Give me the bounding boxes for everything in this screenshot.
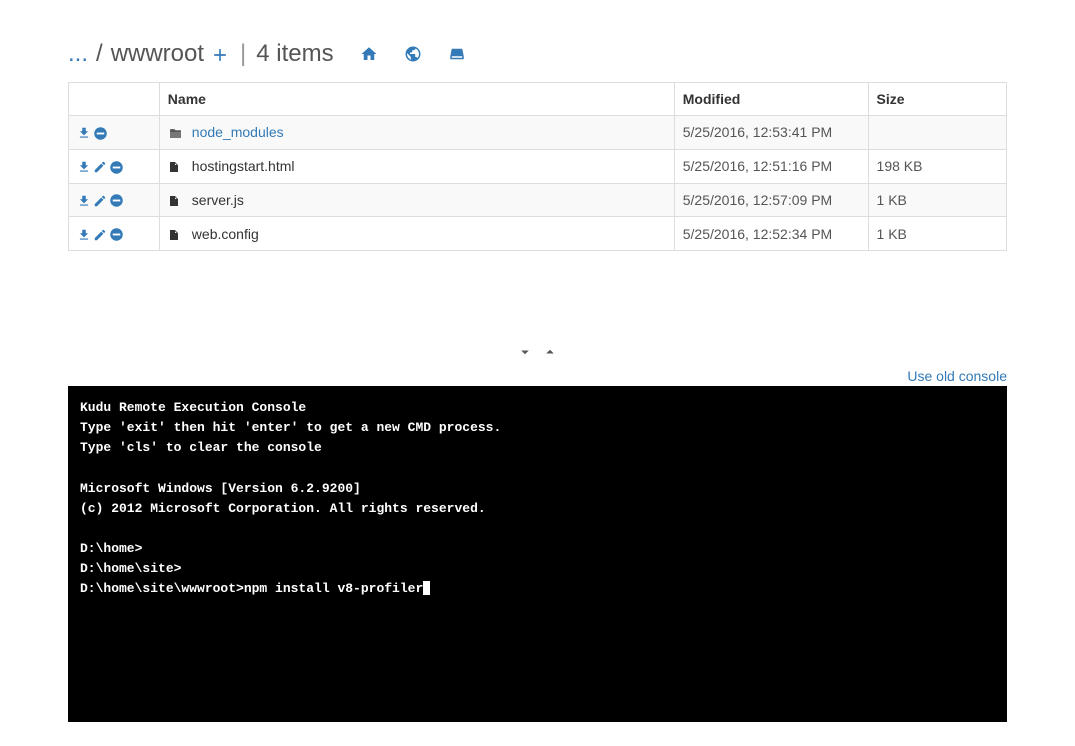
download-icon[interactable] — [77, 225, 91, 241]
item-count: 4 items — [256, 40, 333, 68]
edit-icon[interactable] — [93, 225, 107, 241]
modified-cell: 5/25/2016, 12:57:09 PM — [674, 183, 868, 217]
col-modified[interactable]: Modified — [674, 83, 868, 116]
size-cell — [868, 116, 1006, 150]
breadcrumb-separator: / — [96, 40, 103, 68]
delete-icon[interactable] — [109, 158, 124, 175]
chevron-up-icon[interactable] — [541, 341, 559, 361]
table-row: web.config 5/25/2016, 12:52:34 PM1 KB — [69, 217, 1007, 251]
folder-link[interactable]: node_modules — [192, 124, 284, 140]
edit-icon[interactable] — [93, 192, 107, 208]
edit-icon[interactable] — [93, 158, 107, 174]
chevron-down-icon[interactable] — [516, 341, 539, 361]
table-row: server.js 5/25/2016, 12:57:09 PM1 KB — [69, 183, 1007, 217]
col-name[interactable]: Name — [159, 83, 674, 116]
file-icon — [168, 158, 182, 174]
breadcrumb-current: wwwroot — [111, 40, 204, 68]
add-icon[interactable] — [210, 40, 230, 68]
use-old-console-link[interactable]: Use old console — [907, 368, 1007, 384]
globe-icon[interactable] — [404, 45, 422, 63]
file-icon — [168, 192, 182, 208]
console[interactable]: Kudu Remote Execution Console Type 'exit… — [68, 386, 1007, 722]
col-actions — [69, 83, 160, 116]
file-label: server.js — [192, 192, 244, 208]
cursor-icon — [423, 581, 430, 595]
size-cell: 198 KB — [868, 149, 1006, 183]
breadcrumb: ... / wwwroot | 4 items — [68, 40, 1007, 68]
modified-cell: 5/25/2016, 12:52:34 PM — [674, 217, 868, 251]
console-toggle — [0, 341, 1075, 362]
file-table: Name Modified Size node_modules 5/25/2016… — [68, 82, 1007, 251]
console-input[interactable]: npm install v8-profiler — [244, 581, 423, 596]
col-size[interactable]: Size — [868, 83, 1006, 116]
table-row: hostingstart.html 5/25/2016, 12:51:16 PM1… — [69, 149, 1007, 183]
delete-icon[interactable] — [93, 124, 108, 141]
delete-icon[interactable] — [109, 192, 124, 209]
download-icon[interactable] — [77, 124, 91, 140]
size-cell: 1 KB — [868, 183, 1006, 217]
file-label: web.config — [192, 226, 259, 242]
download-icon[interactable] — [77, 158, 91, 174]
console-output: Kudu Remote Execution Console Type 'exit… — [80, 400, 501, 576]
console-prompt: D:\home\site\wwwroot> — [80, 581, 244, 596]
home-icon[interactable] — [360, 45, 378, 63]
folder-icon — [168, 124, 182, 140]
file-label: hostingstart.html — [192, 158, 295, 174]
modified-cell: 5/25/2016, 12:51:16 PM — [674, 149, 868, 183]
size-cell: 1 KB — [868, 217, 1006, 251]
modified-cell: 5/25/2016, 12:53:41 PM — [674, 116, 868, 150]
table-row: node_modules 5/25/2016, 12:53:41 PM — [69, 116, 1007, 150]
separator-pipe: | — [240, 40, 246, 68]
disk-icon[interactable] — [448, 45, 466, 63]
breadcrumb-parent-link[interactable]: ... — [68, 40, 88, 68]
delete-icon[interactable] — [109, 225, 124, 242]
file-icon — [168, 226, 182, 242]
download-icon[interactable] — [77, 192, 91, 208]
